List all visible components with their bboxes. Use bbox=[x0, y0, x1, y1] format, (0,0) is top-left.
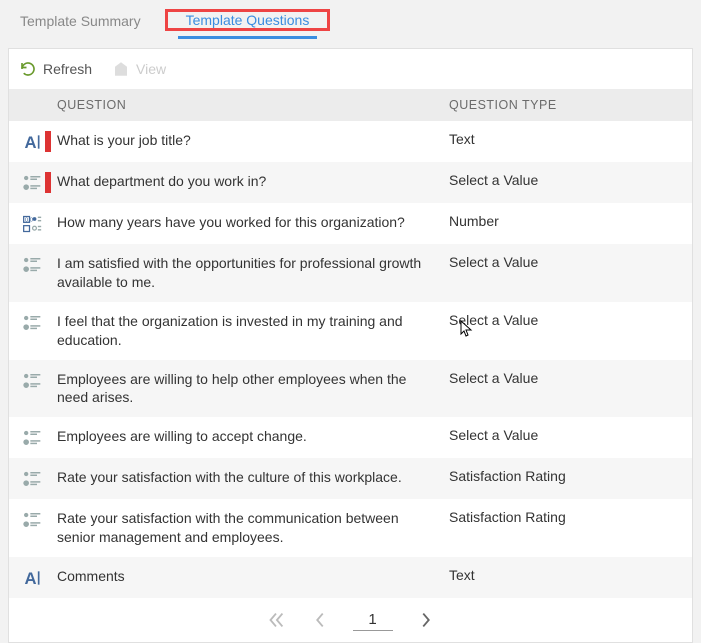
table-row[interactable]: A CommentsText bbox=[9, 557, 692, 598]
row-type-icon-cell bbox=[19, 509, 45, 530]
question-cell: What department do you work in? bbox=[57, 172, 449, 191]
row-type-icon-cell bbox=[19, 172, 45, 193]
svg-text:A: A bbox=[25, 133, 37, 152]
required-indicator bbox=[45, 468, 51, 489]
row-type-icon-cell bbox=[19, 370, 45, 391]
question-cell: I feel that the organization is invested… bbox=[57, 312, 449, 350]
select-type-icon bbox=[22, 255, 42, 275]
select-type-icon bbox=[22, 173, 42, 193]
text-type-icon: A bbox=[22, 568, 42, 588]
required-indicator bbox=[45, 254, 51, 292]
question-cell: Comments bbox=[57, 567, 449, 586]
table-row[interactable]: What department do you work in?Select a … bbox=[9, 162, 692, 203]
tab-template-questions-highlight: Template Questions bbox=[165, 9, 331, 31]
pager-page-input[interactable] bbox=[353, 609, 393, 631]
row-type-icon-cell: 0.0 bbox=[19, 213, 45, 234]
required-indicator bbox=[45, 213, 51, 234]
question-cell: Rate your satisfaction with the culture … bbox=[57, 468, 449, 487]
number-type-icon: 0.0 bbox=[22, 214, 42, 234]
view-label: View bbox=[136, 61, 166, 77]
toolbar: Refresh View bbox=[9, 49, 692, 89]
required-indicator bbox=[45, 172, 51, 193]
table-row[interactable]: A What is your job title?Text bbox=[9, 121, 692, 162]
pager-next-icon[interactable] bbox=[415, 609, 437, 631]
questions-panel: Refresh View QUESTION QUESTION TYPE A Wha… bbox=[8, 48, 693, 643]
view-button: View bbox=[112, 60, 166, 78]
tab-template-questions[interactable]: Template Questions bbox=[178, 2, 318, 39]
table-row[interactable]: I am satisfied with the opportunities fo… bbox=[9, 244, 692, 302]
view-icon bbox=[112, 60, 130, 78]
required-indicator bbox=[45, 567, 51, 588]
select-type-icon bbox=[22, 313, 42, 333]
pager bbox=[9, 598, 692, 642]
grid-body: AWhat is your job title?TextWhat departm… bbox=[9, 121, 692, 598]
row-type-icon-cell: A bbox=[19, 567, 45, 588]
row-type-icon-cell: A bbox=[19, 131, 45, 152]
tab-template-summary[interactable]: Template Summary bbox=[12, 3, 149, 37]
table-row[interactable]: 0.0 How many years have you worked for th… bbox=[9, 203, 692, 244]
required-indicator bbox=[45, 131, 51, 152]
required-indicator bbox=[45, 509, 51, 547]
select-type-icon bbox=[22, 428, 42, 448]
question-cell: Rate your satisfaction with the communic… bbox=[57, 509, 449, 547]
table-row[interactable]: I feel that the organization is invested… bbox=[9, 302, 692, 360]
tab-bar: Template Summary Template Questions bbox=[0, 0, 701, 40]
question-cell: How many years have you worked for this … bbox=[57, 213, 449, 232]
question-type-cell: Text bbox=[449, 131, 692, 147]
question-type-cell: Select a Value bbox=[449, 370, 692, 386]
refresh-button[interactable]: Refresh bbox=[19, 60, 92, 78]
question-type-cell: Select a Value bbox=[449, 312, 692, 328]
question-cell: Employees are willing to accept change. bbox=[57, 427, 449, 446]
table-row[interactable]: Employees are willing to accept change.S… bbox=[9, 417, 692, 458]
header-question-type: QUESTION TYPE bbox=[449, 98, 692, 112]
svg-text:0.0: 0.0 bbox=[25, 218, 34, 224]
grid-header: QUESTION QUESTION TYPE bbox=[9, 89, 692, 121]
pager-prev-icon[interactable] bbox=[309, 609, 331, 631]
pager-first-icon[interactable] bbox=[265, 609, 287, 631]
required-indicator bbox=[45, 370, 51, 408]
svg-text:A: A bbox=[25, 569, 37, 588]
table-row[interactable]: Employees are willing to help other empl… bbox=[9, 360, 692, 418]
question-type-cell: Number bbox=[449, 213, 692, 229]
question-type-cell: Select a Value bbox=[449, 254, 692, 270]
select-type-icon bbox=[22, 469, 42, 489]
question-type-cell: Satisfaction Rating bbox=[449, 468, 692, 484]
text-type-icon: A bbox=[22, 132, 42, 152]
question-cell: What is your job title? bbox=[57, 131, 449, 150]
question-type-cell: Select a Value bbox=[449, 172, 692, 188]
question-type-cell: Satisfaction Rating bbox=[449, 509, 692, 525]
question-cell: I am satisfied with the opportunities fo… bbox=[57, 254, 449, 292]
row-type-icon-cell bbox=[19, 468, 45, 489]
select-type-icon bbox=[22, 510, 42, 530]
table-row[interactable]: Rate your satisfaction with the communic… bbox=[9, 499, 692, 557]
refresh-icon bbox=[19, 60, 37, 78]
row-type-icon-cell bbox=[19, 254, 45, 275]
refresh-label: Refresh bbox=[43, 61, 92, 77]
select-type-icon bbox=[22, 371, 42, 391]
question-type-cell: Text bbox=[449, 567, 692, 583]
row-type-icon-cell bbox=[19, 427, 45, 448]
required-indicator bbox=[45, 427, 51, 448]
row-type-icon-cell bbox=[19, 312, 45, 333]
question-type-cell: Select a Value bbox=[449, 427, 692, 443]
question-cell: Employees are willing to help other empl… bbox=[57, 370, 449, 408]
header-question: QUESTION bbox=[57, 98, 449, 112]
table-row[interactable]: Rate your satisfaction with the culture … bbox=[9, 458, 692, 499]
required-indicator bbox=[45, 312, 51, 350]
